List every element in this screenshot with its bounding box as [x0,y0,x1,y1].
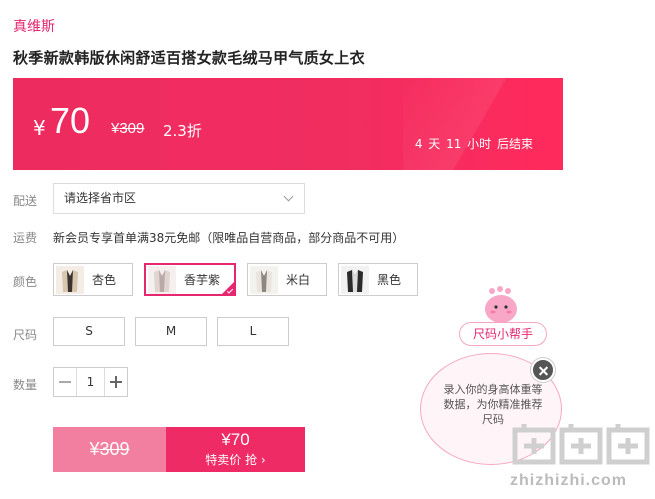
color-option-off-white[interactable]: 米白 [247,263,327,296]
buy-original-price: 309 [99,439,130,459]
decrease-quantity-button[interactable] [54,368,76,396]
region-select-placeholder: 请选择省市区 [64,191,137,205]
original-price-value: 309 [119,120,145,137]
color-thumbnail-taro-purple [148,265,176,294]
sale-countdown: 4 天 11 小时 后结束 [414,137,533,151]
increase-quantity-button[interactable] [105,368,127,396]
buy-action-label: 特卖价 抢 › [205,453,266,467]
color-thumbnail-apricot [56,265,84,294]
color-option-taro-purple[interactable]: 香芋紫 [144,263,236,296]
color-option-label: 杏色 [92,273,117,287]
banner-decoration [403,78,563,170]
price-currency: ¥ [33,116,46,140]
color-option-black[interactable]: 黑色 [338,263,418,296]
quantity-label: 数量 [13,378,38,392]
color-option-label: 黑色 [377,273,402,287]
buy-now-button[interactable]: ¥70 特卖价 抢 › [166,427,305,472]
price-banner: ¥ 70 ¥309 2.3折 4 天 11 小时 后结束 [13,78,563,170]
watermark-logo [512,424,650,465]
watermark-text: zhizhizhi.com [510,472,627,489]
product-title: 秋季新款韩版休闲舒适百搭女款毛绒马甲气质女上衣 [13,49,365,67]
buy-original-currency: ¥ [89,439,100,459]
color-option-label: 米白 [286,273,311,287]
size-label: 尺码 [13,328,38,342]
original-price-button[interactable]: ¥309 [53,427,166,472]
color-option-apricot[interactable]: 杏色 [53,263,133,296]
size-option-m[interactable]: M [135,317,207,346]
size-option-s[interactable]: S [53,317,125,346]
color-thumbnail-black [341,265,369,294]
chevron-down-icon [283,191,294,202]
shipping-label: 运费 [13,231,38,245]
delivery-label: 配送 [13,194,38,208]
buy-sale-price: ¥70 [221,430,250,449]
quantity-value[interactable]: 1 [76,368,105,396]
quantity-stepper: 1 [53,367,128,397]
size-helper-button[interactable]: 尺码小帮手 [459,322,547,346]
original-price: ¥309 [111,120,144,137]
color-thumbnail-off-white [250,265,278,294]
current-price: 70 [50,100,91,141]
brand-name[interactable]: 真维斯 [13,16,55,36]
mascot-icon [485,286,517,323]
close-icon[interactable] [531,358,555,382]
size-option-l[interactable]: L [217,317,289,346]
region-select[interactable]: 请选择省市区 [53,183,305,214]
discount-rate: 2.3折 [163,122,202,140]
color-option-label: 香芋紫 [184,273,221,287]
shipping-info: 新会员专享首单满38元免邮（限唯品自营商品，部分商品不可用） [53,231,405,245]
color-label: 颜色 [13,275,38,289]
